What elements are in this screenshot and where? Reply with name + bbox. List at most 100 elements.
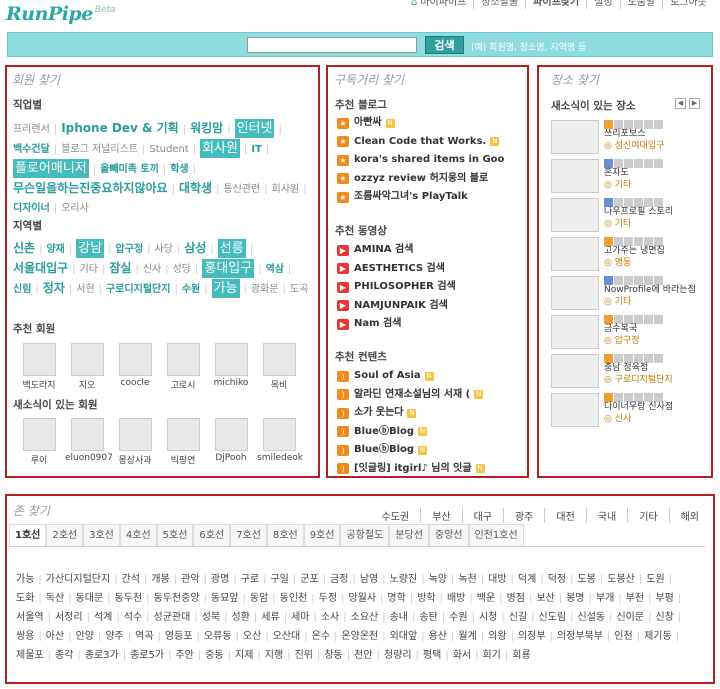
member-avatar[interactable]: coocle [113, 343, 157, 391]
station-link[interactable]: 남영 [360, 574, 378, 585]
station-link[interactable]: 종각 [55, 650, 73, 661]
place-item[interactable]: 쓰리포보스 ◎ 성신여대입구 [551, 120, 711, 154]
station-link[interactable]: 오산 [243, 631, 261, 642]
station-link[interactable]: 부천 [626, 593, 644, 604]
place-item[interactable]: 금수복국 ◎ 압구정 [551, 315, 711, 349]
tag-link[interactable]: 강남 [76, 239, 105, 258]
tab-line[interactable]: 9호선 [303, 524, 341, 546]
station-link[interactable]: 외대앞 [390, 631, 418, 642]
station-link[interactable]: 청량리 [384, 650, 412, 661]
station-link[interactable]: 간석 [122, 574, 140, 585]
station-link[interactable]: 가능 [16, 574, 34, 585]
station-link[interactable]: 노량진 [390, 574, 418, 585]
tag-link[interactable]: 성당 [173, 260, 191, 279]
station-link[interactable]: 금정 [330, 574, 348, 585]
station-link[interactable]: 세마 [291, 612, 309, 623]
tab-line[interactable]: 8호선 [266, 524, 304, 546]
station-link[interactable]: 인천 [614, 631, 632, 642]
station-link[interactable]: 수원 [449, 612, 467, 623]
member-avatar[interactable]: smiledeok [257, 418, 303, 466]
member-avatar[interactable]: 고로시 [161, 343, 205, 391]
station-link[interactable]: 도화 [16, 593, 34, 604]
tag-link[interactable]: 워킹맘 [190, 119, 223, 138]
nav-find-pipe[interactable]: 파이프찾기 [525, 0, 586, 9]
tag-link[interactable]: 기타 [80, 260, 98, 279]
station-link[interactable]: 석수 [124, 612, 142, 623]
member-avatar[interactable]: 루이 [17, 418, 61, 466]
station-link[interactable]: 성균관대 [154, 612, 191, 623]
tag-link[interactable]: 양재 [46, 240, 64, 259]
station-link[interactable]: 동암 [250, 593, 268, 604]
tag-link[interactable]: 선릉 [217, 239, 246, 258]
station-link[interactable]: 온양온천 [341, 631, 378, 642]
station-link[interactable]: 양주 [105, 631, 123, 642]
list-item[interactable]: ) BlueⓑBlog N [337, 423, 485, 442]
station-link[interactable]: 동두천 [115, 593, 143, 604]
station-link[interactable]: 평택 [423, 650, 441, 661]
station-link[interactable]: 성북 [202, 612, 220, 623]
tag-link[interactable]: IT [251, 140, 262, 159]
station-link[interactable]: 소요산 [351, 612, 379, 623]
station-link[interactable]: 세류 [261, 612, 279, 623]
tag-link[interactable]: 학생 [170, 160, 188, 179]
station-link[interactable]: 제기동 [644, 631, 672, 642]
nav-help[interactable]: 도움말 [619, 0, 663, 9]
tab-line[interactable]: 5호선 [156, 524, 194, 546]
station-link[interactable]: 개봉 [151, 574, 169, 585]
station-link[interactable]: 녹양 [429, 574, 447, 585]
tag-link[interactable]: 사당 [155, 240, 173, 259]
tag-link[interactable]: 도곡 [290, 280, 308, 299]
tag-link[interactable]: 수원 [182, 280, 200, 299]
station-link[interactable]: 도봉 [577, 574, 595, 585]
station-link[interactable]: 덕정 [548, 574, 566, 585]
list-item[interactable]: ▶ AMINA 검색 [337, 241, 456, 260]
tag-link[interactable]: 인터넷 [234, 119, 275, 138]
station-link[interactable]: 두정 [319, 593, 337, 604]
member-avatar[interactable]: 백도라지 [17, 343, 61, 391]
tag-link[interactable]: 잠실 [109, 259, 131, 278]
station-link[interactable]: 종로5가 [130, 650, 164, 661]
station-link[interactable]: 가산디지털단지 [46, 574, 110, 585]
list-item[interactable]: ) 알라딘 연재소설님의 서재 (N [337, 386, 485, 405]
member-avatar[interactable]: 지오 [65, 343, 109, 391]
station-link[interactable]: 배방 [447, 593, 465, 604]
place-item[interactable]: 혼자도 ◎ 기타 [551, 159, 711, 193]
station-link[interactable]: 온수 [312, 631, 330, 642]
tab-line[interactable]: 2호선 [46, 524, 84, 546]
station-link[interactable]: 의정부북부 [557, 631, 603, 642]
station-link[interactable]: 망월사 [348, 593, 376, 604]
station-link[interactable]: 서울역 [16, 612, 44, 623]
tab-line[interactable]: 3호선 [83, 524, 120, 546]
station-link[interactable]: 백운 [477, 593, 495, 604]
station-link[interactable]: 부평 [655, 593, 673, 604]
station-link[interactable]: 진위 [295, 650, 313, 661]
region-link[interactable]: 부산 [420, 508, 461, 523]
station-link[interactable]: 지행 [265, 650, 283, 661]
logo[interactable]: RunPipe Beta [6, 3, 116, 25]
member-avatar[interactable]: 몽상사과 [113, 418, 157, 466]
list-item[interactable]: ★ Clean Code that Works. N [337, 133, 504, 152]
station-link[interactable]: 동묘앞 [211, 593, 239, 604]
tag-link[interactable]: 디자이너 [13, 199, 50, 218]
nav-my-pipe[interactable]: ⌂ 마이파이프 [404, 0, 473, 9]
list-item[interactable]: ▶ PHILOSOPHER 검색 [337, 278, 456, 297]
region-link[interactable]: 광주 [502, 508, 544, 523]
station-link[interactable]: 봉명 [566, 593, 584, 604]
station-link[interactable]: 회기 [482, 650, 500, 661]
tag-link[interactable]: Student [149, 140, 188, 159]
list-item[interactable]: ★ kora's shared items in Goo [337, 151, 504, 170]
station-link[interactable]: 명학 [387, 593, 405, 604]
list-item[interactable]: ▶ NAMJUNPAIK 검색 [337, 297, 456, 316]
tag-link[interactable]: 서현 [76, 280, 94, 299]
region-link[interactable]: 국내 [585, 508, 627, 523]
station-link[interactable]: 중동 [205, 650, 223, 661]
tag-link[interactable]: 무슨일을하는진중요하지않아요 [13, 179, 168, 198]
tag-link[interactable]: 신사 [143, 260, 161, 279]
station-link[interactable]: 동대문 [76, 593, 104, 604]
station-link[interactable]: 구일 [270, 574, 288, 585]
region-link[interactable]: 대구 [461, 508, 503, 523]
search-button[interactable]: 검색 [425, 36, 464, 54]
station-link[interactable]: 시청 [479, 612, 497, 623]
station-link[interactable]: 석계 [94, 612, 112, 623]
tab-line[interactable]: 7호선 [230, 524, 267, 546]
